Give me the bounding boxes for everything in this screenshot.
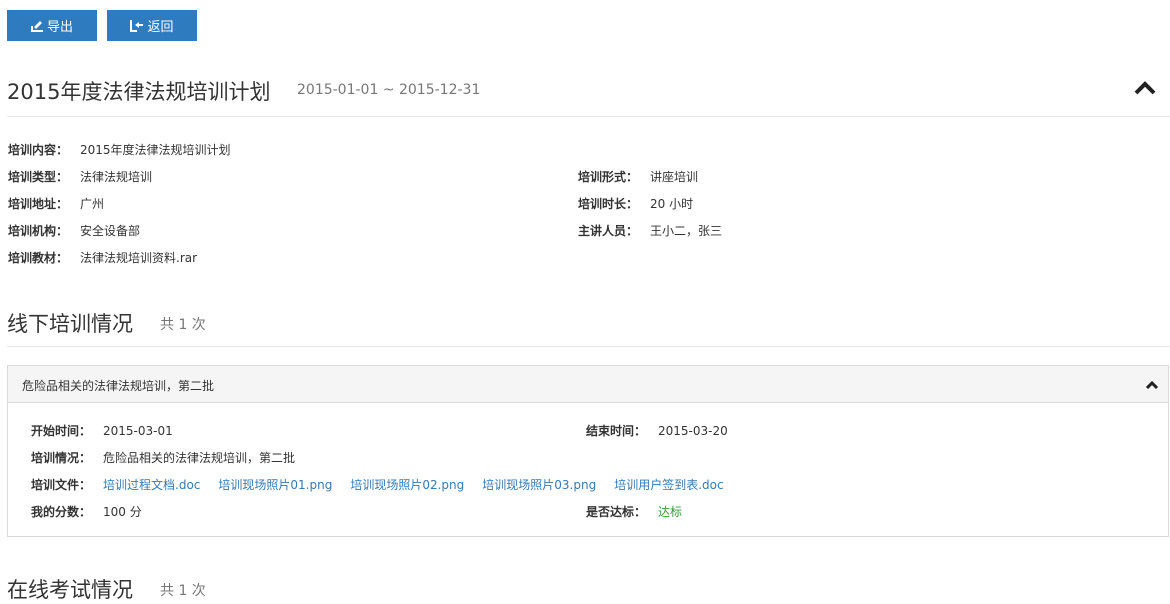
field-label: 培训情况： (31, 451, 92, 465)
session-title: 危险品相关的法律法规培训，第二批 (22, 379, 215, 393)
offline-section-title: 线下培训情况 (7, 312, 133, 336)
session-files: 培训文件： 培训过程文档.doc 培训现场照片01.png 培训现场照片02.png 培… (31, 478, 742, 492)
back-icon (130, 19, 144, 32)
field-value: 危险品相关的法律法规培训，第二批 (103, 451, 296, 465)
export-button-label: 导出 (46, 20, 73, 35)
field-value: 100 分 (103, 505, 142, 519)
pass-status: 达标 (658, 505, 683, 519)
file-link[interactable]: 培训现场照片03.png (482, 478, 596, 492)
field-value: 20 小时 (650, 197, 694, 211)
page-title: 2015年度法律法规培训计划 (7, 80, 271, 104)
export-icon (30, 20, 43, 32)
field-label: 我的分数： (31, 505, 92, 519)
field-lecturer: 主讲人员： 王小二，张三 (578, 224, 722, 238)
field-value: 讲座培训 (650, 170, 699, 184)
session-status: 培训情况： 危险品相关的法律法规培训，第二批 (31, 451, 295, 465)
session-end: 结束时间： 2015-03-20 (586, 424, 728, 438)
field-form: 培训形式： 讲座培训 (578, 170, 698, 184)
offline-count: 共 1 次 (160, 317, 206, 333)
material-link[interactable]: 法律法规培训资料.rar (80, 251, 197, 265)
session-start: 开始时间： 2015-03-01 (31, 424, 173, 438)
field-label: 是否达标： (586, 505, 647, 519)
field-value: 2015年度法律法规培训计划 (80, 143, 231, 157)
field-label: 培训教材： (8, 251, 69, 265)
export-button[interactable]: 导出 (7, 10, 97, 41)
field-label: 培训机构： (8, 224, 69, 238)
online-count: 共 1 次 (160, 583, 206, 599)
field-label: 培训形式： (578, 170, 639, 184)
field-address: 培训地址： 广州 (8, 197, 104, 211)
session-score: 我的分数： 100 分 (31, 505, 142, 519)
field-label: 培训地址： (8, 197, 69, 211)
back-button[interactable]: 返回 (107, 10, 197, 41)
field-label: 开始时间： (31, 424, 92, 438)
training-session-panel: 危险品相关的法律法规培训，第二批 开始时间： 2015-03-01 结束时间： 20… (7, 365, 1169, 537)
field-type: 培训类型： 法律法规培训 (8, 170, 152, 184)
divider (7, 346, 1170, 347)
toolbar: 导出 返回 (7, 10, 197, 41)
back-button-label: 返回 (147, 20, 174, 35)
file-link[interactable]: 培训现场照片02.png (350, 478, 464, 492)
field-content: 培训内容： 2015年度法律法规培训计划 (8, 143, 231, 157)
plan-date-range: 2015-01-01 ~ 2015-12-31 (297, 82, 481, 98)
field-value: 法律法规培训 (80, 170, 153, 184)
field-material: 培训教材： 法律法规培训资料.rar (8, 251, 197, 265)
field-label: 主讲人员： (578, 224, 639, 238)
session-pass: 是否达标： 达标 (586, 505, 682, 519)
file-link[interactable]: 培训过程文档.doc (103, 478, 200, 492)
chevron-up-icon[interactable] (1134, 80, 1156, 96)
field-value: 2015-03-20 (658, 424, 728, 438)
field-label: 培训文件： (31, 478, 92, 492)
plan-header: 2015年度法律法规培训计划 2015-01-01 ~ 2015-12-31 (7, 72, 1170, 117)
field-label: 培训时长： (578, 197, 639, 211)
panel-header[interactable]: 危险品相关的法律法规培训，第二批 (8, 366, 1168, 403)
field-label: 培训类型： (8, 170, 69, 184)
field-value: 广州 (80, 197, 105, 211)
field-duration: 培训时长： 20 小时 (578, 197, 693, 211)
field-org: 培训机构： 安全设备部 (8, 224, 140, 238)
field-value: 2015-03-01 (103, 424, 173, 438)
field-label: 培训内容： (8, 143, 69, 157)
file-link[interactable]: 培训现场照片01.png (218, 478, 332, 492)
field-value: 安全设备部 (80, 224, 141, 238)
field-label: 结束时间： (586, 424, 647, 438)
chevron-up-icon[interactable] (1146, 380, 1158, 389)
field-value: 王小二，张三 (650, 224, 723, 238)
file-link[interactable]: 培训用户签到表.doc (614, 478, 723, 492)
